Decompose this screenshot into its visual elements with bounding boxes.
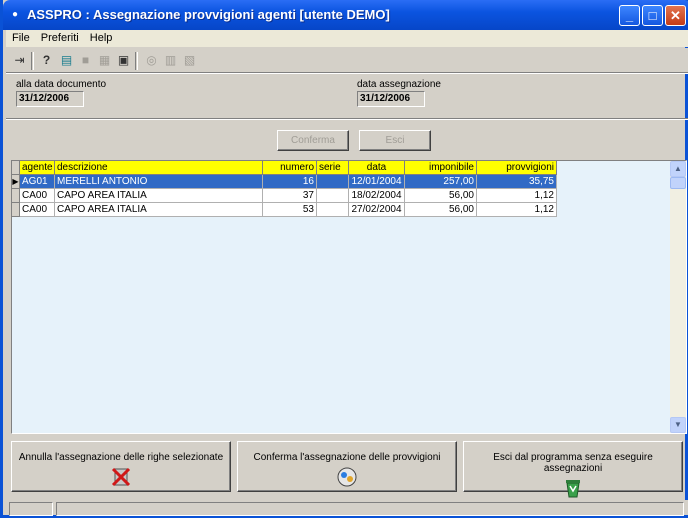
print-preview-icon[interactable]: ▦ (95, 51, 114, 70)
exit-program-icon (562, 477, 584, 499)
document-icon[interactable]: ▤ (57, 51, 76, 70)
toolbar-separator (135, 52, 138, 70)
cell-descrizione[interactable]: MERELLI ANTONIO (55, 175, 263, 189)
column-header-data[interactable]: data (349, 161, 405, 175)
maximize-button[interactable]: □ (642, 5, 663, 26)
cell-agente[interactable]: CA00 (20, 203, 55, 217)
window-title: ASSPRO : Assegnazione provvigioni agenti… (27, 7, 390, 22)
column-header-numero[interactable]: numero (263, 161, 317, 175)
trash-icon[interactable]: ▥ (161, 51, 180, 70)
cell-numero[interactable]: 16 (263, 175, 317, 189)
alla-data-documento-field[interactable]: 31/12/2006 (16, 91, 84, 107)
help-icon[interactable]: ? (37, 51, 56, 70)
table-row[interactable]: CA00 CAPO AREA ITALIA 53 27/02/2004 56,0… (12, 203, 557, 217)
cell-data[interactable]: 12/01/2004 (349, 175, 405, 189)
cell-numero[interactable]: 53 (263, 203, 317, 217)
toolbar: ⇥ ? ▤ ■ ▦ ▣ ◎ ▥ ▧ (6, 48, 688, 74)
table-row[interactable]: ▶ AG01 MERELLI ANTONIO 16 12/01/2004 257… (12, 175, 557, 189)
cell-imponibile[interactable]: 56,00 (405, 203, 477, 217)
cell-descrizione[interactable]: CAPO AREA ITALIA (55, 189, 263, 203)
conferma-button[interactable]: Conferma (277, 130, 349, 151)
row-indicator (12, 203, 20, 217)
calculator-icon[interactable]: ▣ (114, 51, 133, 70)
folder-icon[interactable]: ■ (76, 51, 95, 70)
column-header-imponibile[interactable]: imponibile (405, 161, 477, 175)
grid-header: agente descrizione numero serie data imp… (12, 161, 557, 175)
data-assegnazione-field[interactable]: 31/12/2006 (357, 91, 425, 107)
column-header-provvigioni[interactable]: provvigioni (477, 161, 557, 175)
vertical-scrollbar[interactable]: ▲ ▼ (670, 161, 686, 433)
close-button[interactable]: ✕ (665, 5, 686, 26)
application-window: ● ASSPRO : Assegnazione provvigioni agen… (0, 0, 688, 518)
divider (6, 118, 688, 120)
status-bar (6, 500, 688, 516)
cell-imponibile[interactable]: 257,00 (405, 175, 477, 189)
annulla-assegnazione-label: Annulla l'assegnazione delle righe selez… (18, 452, 224, 463)
title-bar[interactable]: ● ASSPRO : Assegnazione provvigioni agen… (3, 0, 688, 30)
cell-data[interactable]: 27/02/2004 (349, 203, 405, 217)
cell-agente[interactable]: AG01 (20, 175, 55, 189)
menu-preferiti[interactable]: Preferiti (41, 30, 79, 47)
cell-descrizione[interactable]: CAPO AREA ITALIA (55, 203, 263, 217)
esci-button[interactable]: Esci (359, 130, 431, 151)
header-indicator (12, 161, 20, 175)
scroll-down-icon[interactable]: ▼ (670, 417, 686, 433)
toolbar-separator (31, 52, 34, 70)
column-header-descrizione[interactable]: descrizione (55, 161, 263, 175)
menu-bar: File Preferiti Help (6, 30, 688, 47)
esci-programma-button[interactable]: Esci dal programma senza eseguire assegn… (463, 441, 683, 498)
row-indicator (12, 189, 20, 203)
row-indicator-icon: ▶ (12, 175, 20, 189)
cancel-assignment-icon (110, 466, 132, 488)
conferma-assegnazione-label: Conferma l'assegnazione delle provvigion… (253, 452, 441, 463)
menu-file[interactable]: File (12, 30, 30, 47)
status-panel (9, 502, 53, 516)
cell-provvigioni[interactable]: 35,75 (477, 175, 557, 189)
table-row[interactable]: CA00 CAPO AREA ITALIA 37 18/02/2004 56,0… (12, 189, 557, 203)
data-grid[interactable]: agente descrizione numero serie data imp… (11, 160, 687, 434)
data-assegnazione-label: data assegnazione (357, 79, 441, 90)
scroll-up-icon[interactable]: ▲ (670, 161, 686, 177)
annulla-assegnazione-button[interactable]: Annulla l'assegnazione delle righe selez… (11, 441, 231, 492)
cell-provvigioni[interactable]: 1,12 (477, 203, 557, 217)
cell-numero[interactable]: 37 (263, 189, 317, 203)
binoculars-icon[interactable]: ◎ (142, 51, 161, 70)
column-header-agente[interactable]: agente (20, 161, 55, 175)
app-icon: ● (12, 9, 19, 20)
conferma-assegnazione-button[interactable]: Conferma l'assegnazione delle provvigion… (237, 441, 457, 492)
cell-data[interactable]: 18/02/2004 (349, 189, 405, 203)
exit-icon[interactable]: ⇥ (10, 51, 29, 70)
notes-icon[interactable]: ▧ (180, 51, 199, 70)
cell-provvigioni[interactable]: 1,12 (477, 189, 557, 203)
esci-programma-label: Esci dal programma senza eseguire assegn… (493, 452, 653, 474)
alla-data-documento-label: alla data documento (16, 79, 107, 90)
column-header-serie[interactable]: serie (317, 161, 349, 175)
cell-agente[interactable]: CA00 (20, 189, 55, 203)
cell-serie[interactable] (317, 189, 349, 203)
cell-serie[interactable] (317, 203, 349, 217)
scroll-thumb[interactable] (670, 177, 686, 189)
menu-help[interactable]: Help (90, 30, 113, 47)
status-panel (56, 502, 684, 516)
minimize-button[interactable]: _ (619, 5, 640, 26)
confirm-assignment-icon (336, 466, 358, 488)
cell-serie[interactable] (317, 175, 349, 189)
cell-imponibile[interactable]: 56,00 (405, 189, 477, 203)
